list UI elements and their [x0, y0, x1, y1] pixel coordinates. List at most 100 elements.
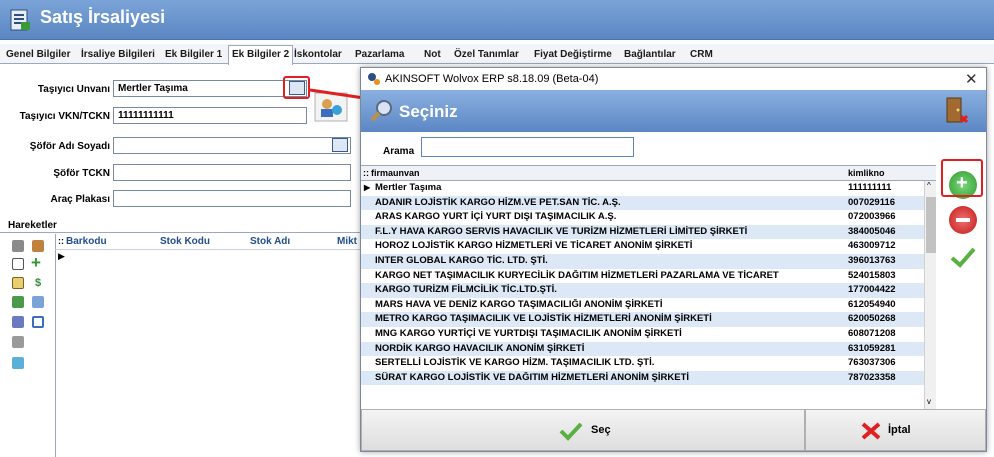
list-item[interactable]: KARGO TURİZM FİLMCİLİK TİC.LTD.ŞTİ. 17700…: [361, 283, 924, 298]
tab-irsaliye-bilgileri[interactable]: İrsaliye Bilgileri: [81, 49, 155, 60]
col-barkodu[interactable]: Barkodu: [66, 236, 107, 247]
tab-genel-bilgiler[interactable]: Genel Bilgiler: [6, 49, 70, 60]
list-item[interactable]: ▶ Mertler Taşıma 111111111: [361, 181, 924, 196]
side-actions: +: [937, 165, 986, 408]
cancel-button[interactable]: İptal: [805, 409, 986, 451]
list-item[interactable]: NORDİK KARGO HAVACILIK ANONİM ŞİRKETİ 631…: [361, 341, 924, 357]
list-item[interactable]: INTER GLOBAL KARGO TİC. LTD. ŞTİ. 3960137…: [361, 254, 924, 269]
settings-icon[interactable]: [12, 240, 24, 252]
add-icon[interactable]: +: [31, 253, 41, 273]
sofor-adi-label: Şöför Adı Soyadı: [29, 141, 110, 152]
cell-kimlikno: 111111111: [848, 182, 892, 193]
list-item[interactable]: ARAS KARGO YURT İÇİ YURT DIŞI TAŞIMACILI…: [361, 210, 924, 225]
sofor-tckn-field[interactable]: [113, 164, 351, 181]
hareketler-title: Hareketler: [8, 220, 57, 231]
new-document-icon[interactable]: [12, 258, 24, 270]
cell-firmaunvan: KARGO TURİZM FİLMCİLİK TİC.LTD.ŞTİ.: [375, 284, 557, 296]
tab-bar: Genel Bilgiler İrsaliye Bilgileri Ek Bil…: [0, 44, 994, 65]
sofor-tckn-label: Şöför TCKN: [53, 168, 110, 179]
list-item[interactable]: HOROZ LOJİSTİK KARGO HİZMETLERİ VE TİCAR…: [361, 239, 924, 254]
select-button[interactable]: Seç: [361, 409, 805, 451]
select-button-label: Seç: [591, 424, 611, 436]
tab-baglantilar[interactable]: Bağlantılar: [624, 49, 676, 60]
list-col-menu-icon[interactable]: ::: [363, 168, 369, 178]
arac-plakasi-field[interactable]: [113, 190, 351, 207]
col-kimlikno[interactable]: kimlikno: [848, 168, 885, 178]
list-item[interactable]: MNG KARGO YURTİÇİ VE YURTDIŞI TAŞIMACILI…: [361, 327, 924, 342]
scroll-thumb[interactable]: [926, 197, 936, 253]
tab-crm[interactable]: CRM: [690, 49, 713, 60]
search-input[interactable]: [421, 137, 634, 157]
exit-door-icon[interactable]: [943, 96, 969, 124]
hareketler-grid[interactable]: [55, 234, 360, 457]
list-item[interactable]: MARS HAVA VE DENİZ KARGO TAŞIMACILIĞI AN…: [361, 298, 924, 313]
cell-kimlikno: 072003966: [848, 211, 896, 223]
cell-kimlikno: 763037306: [848, 357, 896, 369]
check-icon: [559, 422, 583, 441]
barcode-icon[interactable]: [12, 316, 24, 328]
cancel-x-icon: [861, 422, 881, 440]
list-item[interactable]: SÜRAT KARGO LOJİSTİK VE DAĞITIM HİZMETLE…: [361, 370, 924, 386]
window-header: Satış İrsaliyesi: [0, 0, 994, 40]
list-scrollbar[interactable]: ^ v: [924, 181, 936, 409]
tab-not[interactable]: Not: [424, 49, 441, 60]
folder-icon[interactable]: [12, 277, 24, 289]
col-stok-kodu[interactable]: Stok Kodu: [160, 236, 210, 247]
dialog-app-title: AKINSOFT Wolvox ERP s8.18.09 (Beta-04): [385, 73, 599, 85]
cell-kimlikno: 384005046: [848, 225, 896, 237]
list-header: :: firmaunvan kimlikno: [361, 166, 936, 181]
import-icon[interactable]: [12, 296, 24, 308]
tab-ozel-tanimlar[interactable]: Özel Tanımlar: [454, 49, 519, 60]
tab-iskontolar[interactable]: İskontolar: [294, 49, 342, 60]
scroll-down-icon[interactable]: v: [927, 397, 931, 406]
col-miktar[interactable]: Mikt: [337, 236, 357, 247]
list-item[interactable]: ADANIR LOJİSTİK KARGO HİZM.VE PET.SAN Tİ…: [361, 195, 924, 211]
grid-col-menu-icon[interactable]: ::: [58, 236, 64, 246]
calculator-icon[interactable]: [12, 336, 24, 348]
tasiyici-unvani-field[interactable]: Mertler Taşıma: [113, 80, 307, 97]
list-item[interactable]: SERTELLİ LOJİSTİK VE KARGO HİZM. TAŞIMAC…: [361, 356, 924, 371]
confirm-check-icon[interactable]: [949, 245, 977, 269]
cell-kimlikno: 608071208: [848, 328, 896, 339]
scroll-up-icon[interactable]: ^: [927, 181, 931, 190]
cell-kimlikno: 177004422: [848, 284, 896, 296]
cell-kimlikno: 631059281: [848, 342, 896, 354]
cell-kimlikno: 524015803: [848, 269, 896, 281]
cell-firmaunvan: KARGO NET TAŞIMACILIK KURYECİLİK DAĞITIM…: [375, 269, 779, 281]
list-item[interactable]: KARGO NET TAŞIMACILIK KURYECİLİK DAĞITIM…: [361, 269, 924, 284]
minus-glyph: [956, 218, 970, 222]
cell-firmaunvan: ARAS KARGO YURT İÇİ YURT DIŞI TAŞIMACILI…: [375, 211, 617, 223]
row-pointer-icon: ▶: [58, 251, 65, 261]
list-item[interactable]: METRO KARGO TAŞIMACILIK VE LOJİSTİK HİZM…: [361, 312, 924, 327]
tab-fiyat-degistirme[interactable]: Fiyat Değiştirme: [534, 49, 612, 60]
cell-firmaunvan: NORDİK KARGO HAVACILIK ANONİM ŞİRKETİ: [375, 342, 585, 354]
app-logo-icon: [368, 73, 380, 85]
firm-list[interactable]: :: firmaunvan kimlikno ▶ Mertler Taşıma 11…: [361, 165, 936, 409]
close-icon[interactable]: ✕: [965, 70, 978, 88]
col-firmaunvan[interactable]: firmaunvan: [371, 168, 420, 178]
price-icon[interactable]: $: [35, 277, 41, 289]
link-icon[interactable]: [12, 357, 24, 369]
tab-ek-bilgiler-2[interactable]: Ek Bilgiler 2: [228, 45, 294, 65]
row-pointer-icon: ▶: [364, 183, 371, 192]
list-item[interactable]: F.L.Y HAVA KARGO SERVIS HAVACILIK VE TUR…: [361, 224, 924, 240]
remove-record-icon[interactable]: [949, 206, 977, 234]
sofor-adi-field[interactable]: [113, 137, 351, 154]
tasiyici-vkn-field[interactable]: 11111111111: [113, 107, 307, 124]
arac-plakasi-label: Araç Plakası: [50, 194, 111, 205]
sort-icon[interactable]: [32, 296, 44, 308]
document-icon: [10, 9, 30, 31]
tab-ek-bilgiler-1[interactable]: Ek Bilgiler 1: [165, 49, 222, 60]
gear-icon[interactable]: [32, 240, 44, 252]
col-stok-adi[interactable]: Stok Adı: [250, 236, 290, 247]
hareketler-divider: [0, 232, 360, 233]
window-icon[interactable]: [32, 316, 44, 328]
sofor-picker-icon[interactable]: [332, 138, 348, 152]
tab-pazarlama[interactable]: Pazarlama: [355, 49, 404, 60]
cell-kimlikno: 612054940: [848, 298, 896, 310]
select-dialog: AKINSOFT Wolvox ERP s8.18.09 (Beta-04) ✕…: [360, 67, 987, 452]
cell-firmaunvan: HOROZ LOJİSTİK KARGO HİZMETLERİ VE TİCAR…: [375, 240, 693, 252]
cell-firmaunvan: F.L.Y HAVA KARGO SERVIS HAVACILIK VE TUR…: [375, 225, 748, 237]
dialog-titlebar: AKINSOFT Wolvox ERP s8.18.09 (Beta-04) ✕: [361, 68, 986, 90]
cell-firmaunvan: SERTELLİ LOJİSTİK VE KARGO HİZM. TAŞIMAC…: [375, 357, 655, 369]
